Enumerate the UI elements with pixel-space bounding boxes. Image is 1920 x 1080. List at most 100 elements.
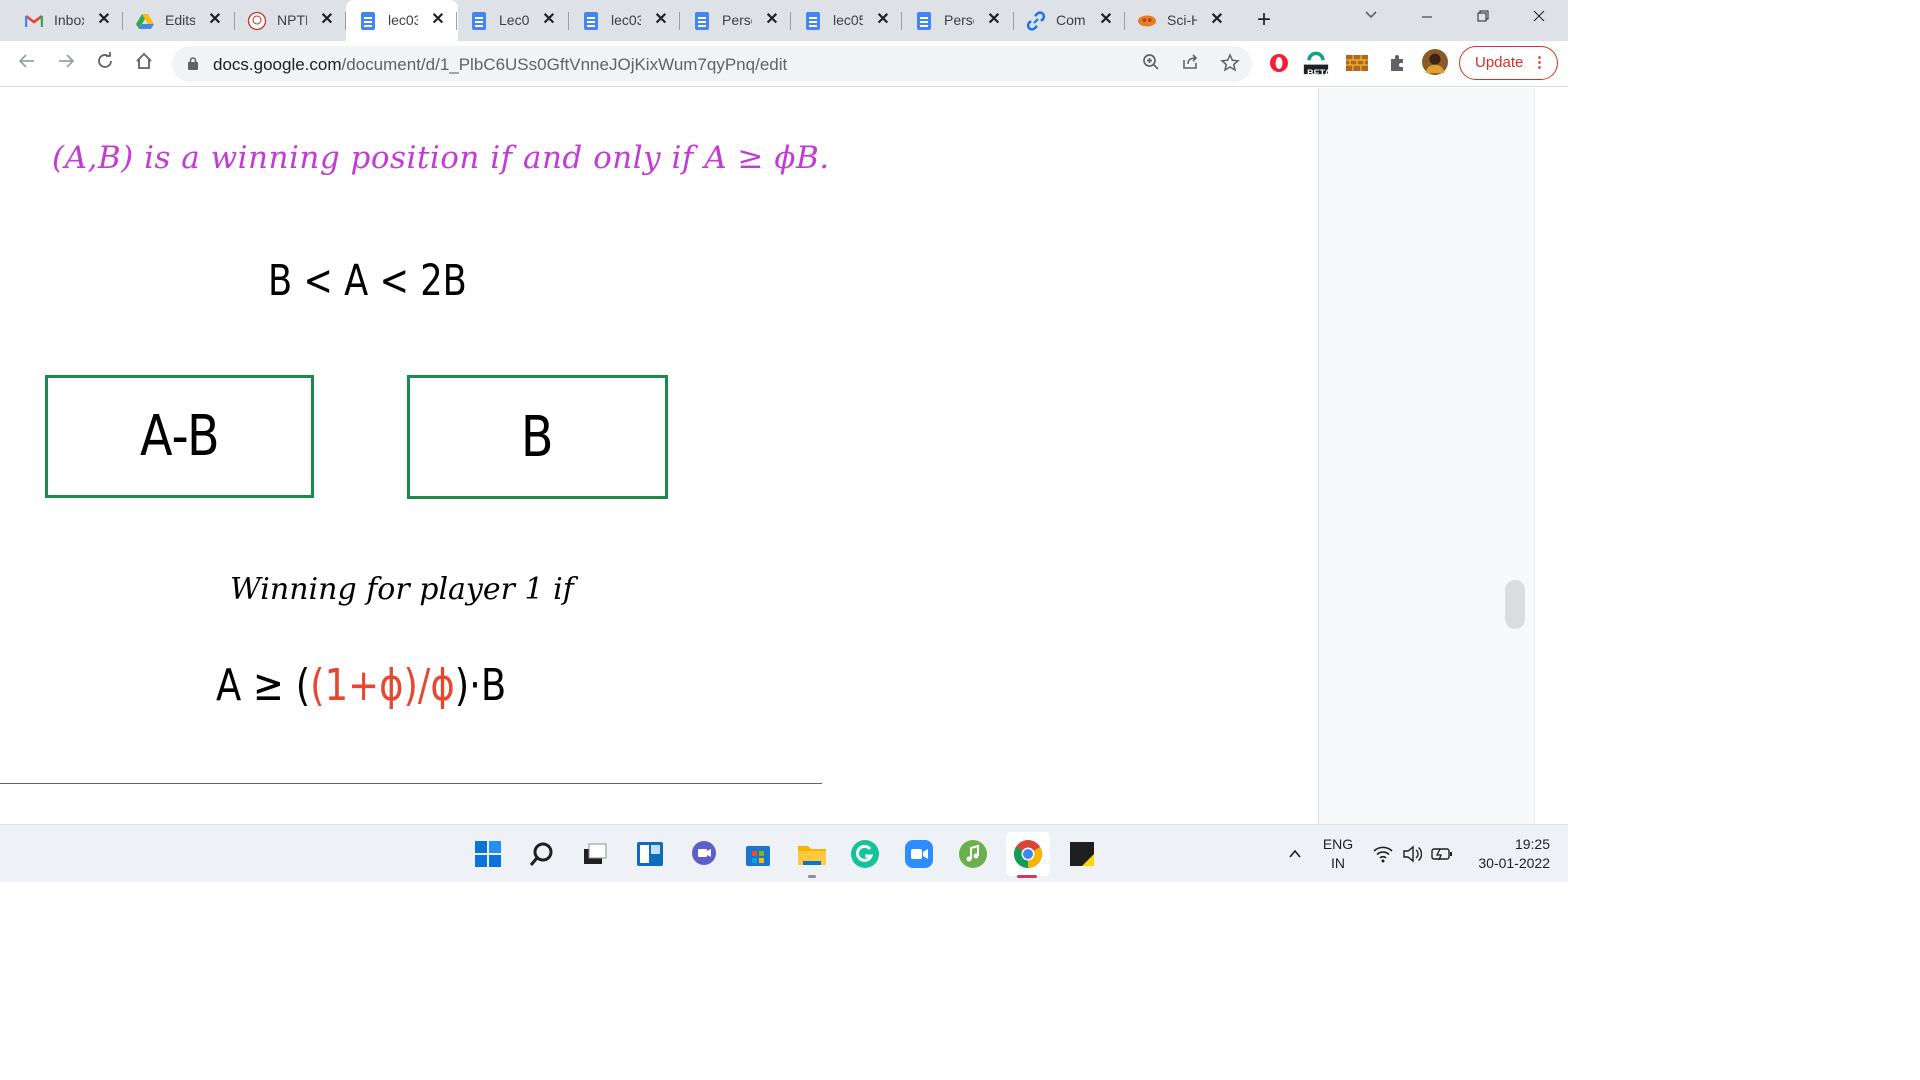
inequality-text: B < A < 2B xyxy=(268,256,467,306)
tab-close-icon[interactable]: ✕ xyxy=(1097,9,1115,29)
tab-separator xyxy=(568,12,569,30)
tab-strip: Inbox✕Edits✕NPTE✕lec03✕Lec0:✕lec03✕Perso… xyxy=(0,0,1568,41)
brick-extension-icon[interactable] xyxy=(1344,50,1370,76)
menu-dots-icon[interactable]: ⋮ xyxy=(1532,47,1547,79)
close-window-icon[interactable] xyxy=(1527,8,1551,29)
tab-separator xyxy=(345,12,346,30)
bookmark-star-icon[interactable] xyxy=(1219,53,1241,75)
tab-close-icon[interactable]: ✕ xyxy=(652,9,670,29)
winning-formula: A ≥ ((1+ϕ)/ϕ)·B xyxy=(216,660,506,711)
tab-close-icon[interactable]: ✕ xyxy=(429,9,447,29)
scrollbar-track[interactable] xyxy=(1534,88,1568,824)
tab-separator xyxy=(1124,12,1125,30)
box-a-minus-b: A-B xyxy=(45,375,314,498)
side-panel xyxy=(1318,88,1534,824)
lock-icon xyxy=(188,57,198,70)
tab-7[interactable]: lec05 ✕ xyxy=(791,0,901,41)
tab-close-icon[interactable]: ✕ xyxy=(1208,9,1226,29)
clock-time: 19:25 xyxy=(1514,836,1550,852)
forward-icon[interactable] xyxy=(53,51,79,77)
battery-icon[interactable] xyxy=(1429,838,1455,870)
microsoft-store-icon[interactable] xyxy=(742,838,774,870)
google-docs-icon xyxy=(803,11,823,31)
tab-search-icon[interactable] xyxy=(1359,6,1383,27)
restore-icon[interactable] xyxy=(1471,8,1495,29)
new-tab-button[interactable]: + xyxy=(1252,6,1276,34)
chrome-icon[interactable] xyxy=(1006,832,1050,876)
tab-title: Inbox xyxy=(54,12,84,28)
tab-close-icon[interactable]: ✕ xyxy=(95,9,113,29)
tab-close-icon[interactable]: ✕ xyxy=(540,9,558,29)
volume-icon[interactable] xyxy=(1400,838,1424,870)
home-icon[interactable] xyxy=(131,51,157,77)
update-button[interactable]: Update ⋮ xyxy=(1459,46,1558,80)
clock[interactable]: 19:25 30-01-2022 xyxy=(1466,835,1550,873)
tab-2[interactable]: NPTE ✕ xyxy=(235,0,345,41)
google-docs-icon xyxy=(914,11,934,31)
tab-close-icon[interactable]: ✕ xyxy=(206,9,224,29)
tab-separator xyxy=(1013,12,1014,30)
tab-1[interactable]: Edits ✕ xyxy=(123,0,233,41)
tab-9[interactable]: Comi ✕ xyxy=(1014,0,1124,41)
tab-title: Comi xyxy=(1056,12,1086,28)
file-explorer-icon[interactable] xyxy=(796,838,828,870)
lang-bottom: IN xyxy=(1331,855,1345,871)
formula-suffix: )·B xyxy=(454,660,507,711)
show-hidden-icons-chevron[interactable] xyxy=(1282,838,1308,870)
update-label: Update xyxy=(1475,54,1524,71)
formula-prefix: A ≥ ( xyxy=(216,660,311,711)
tab-title: Edits xyxy=(165,12,195,28)
handwritten-title: (A,B) is a winning position if and only … xyxy=(52,140,830,176)
tab-8[interactable]: Perso ✕ xyxy=(902,0,1012,41)
scrollbar-thumb[interactable] xyxy=(1505,580,1525,629)
sound-app-icon[interactable] xyxy=(957,838,989,870)
tab-title: Lec0: xyxy=(499,12,529,28)
handwritten-subtitle: Winning for player 1 if xyxy=(230,572,574,607)
tab-title: NPTE xyxy=(277,12,307,28)
task-view-icon[interactable] xyxy=(579,838,611,870)
share-icon[interactable] xyxy=(1179,53,1201,75)
link-icon xyxy=(1026,11,1046,31)
tab-separator xyxy=(234,12,235,30)
tab-5[interactable]: lec03 ✕ xyxy=(569,0,679,41)
tab-6[interactable]: Perso ✕ xyxy=(680,0,790,41)
beta-extension-icon[interactable]: BETA xyxy=(1303,49,1331,78)
tab-separator xyxy=(790,12,791,30)
tab-title: lec05 xyxy=(833,12,863,28)
chrome-active-indicator xyxy=(1017,875,1037,878)
zoom-icon[interactable] xyxy=(1140,53,1162,75)
url-text[interactable]: docs.google.com/document/d/1_PlbC6USs0Gf… xyxy=(213,55,787,75)
back-icon[interactable] xyxy=(14,51,40,77)
tab-close-icon[interactable]: ✕ xyxy=(763,9,781,29)
tab-title: Perso xyxy=(722,12,752,28)
google-docs-icon xyxy=(469,11,489,31)
input-language[interactable]: ENG IN xyxy=(1318,835,1358,873)
tab-3[interactable]: lec03 ✕ xyxy=(346,0,458,41)
tab-title: Sci-H xyxy=(1167,12,1197,28)
profile-avatar[interactable] xyxy=(1422,49,1448,75)
wifi-icon[interactable] xyxy=(1371,838,1395,870)
tab-0[interactable]: Inbox ✕ xyxy=(12,0,122,41)
tab-close-icon[interactable]: ✕ xyxy=(985,9,1003,29)
windows-start-icon[interactable] xyxy=(472,838,504,870)
opera-extension-icon[interactable] xyxy=(1266,50,1292,76)
widgets-icon[interactable] xyxy=(634,838,666,870)
tab-10[interactable]: Sci-H ✕ xyxy=(1125,0,1235,41)
sticky-notes-icon[interactable] xyxy=(1066,838,1098,870)
formula-ratio: (1+ϕ)/ϕ xyxy=(310,660,455,711)
tab-close-icon[interactable]: ✕ xyxy=(318,9,336,29)
clock-date: 30-01-2022 xyxy=(1478,855,1550,871)
windows-taskbar: ENG IN 19:25 30-01-2022 xyxy=(0,824,1568,882)
search-icon[interactable] xyxy=(526,838,558,870)
tab-4[interactable]: Lec0: ✕ xyxy=(457,0,567,41)
zoom-icon[interactable] xyxy=(903,838,935,870)
tab-close-icon[interactable]: ✕ xyxy=(874,9,892,29)
tab-title: Perso xyxy=(944,12,974,28)
tab-title: lec03 xyxy=(611,12,641,28)
minimize-icon[interactable] xyxy=(1415,8,1439,29)
extensions-puzzle-icon[interactable] xyxy=(1384,50,1410,76)
teams-chat-icon[interactable] xyxy=(688,838,720,870)
grammarly-icon[interactable] xyxy=(849,838,881,870)
address-bar[interactable]: docs.google.com/document/d/1_PlbC6USs0Gf… xyxy=(172,46,1252,82)
reload-icon[interactable] xyxy=(92,51,118,77)
